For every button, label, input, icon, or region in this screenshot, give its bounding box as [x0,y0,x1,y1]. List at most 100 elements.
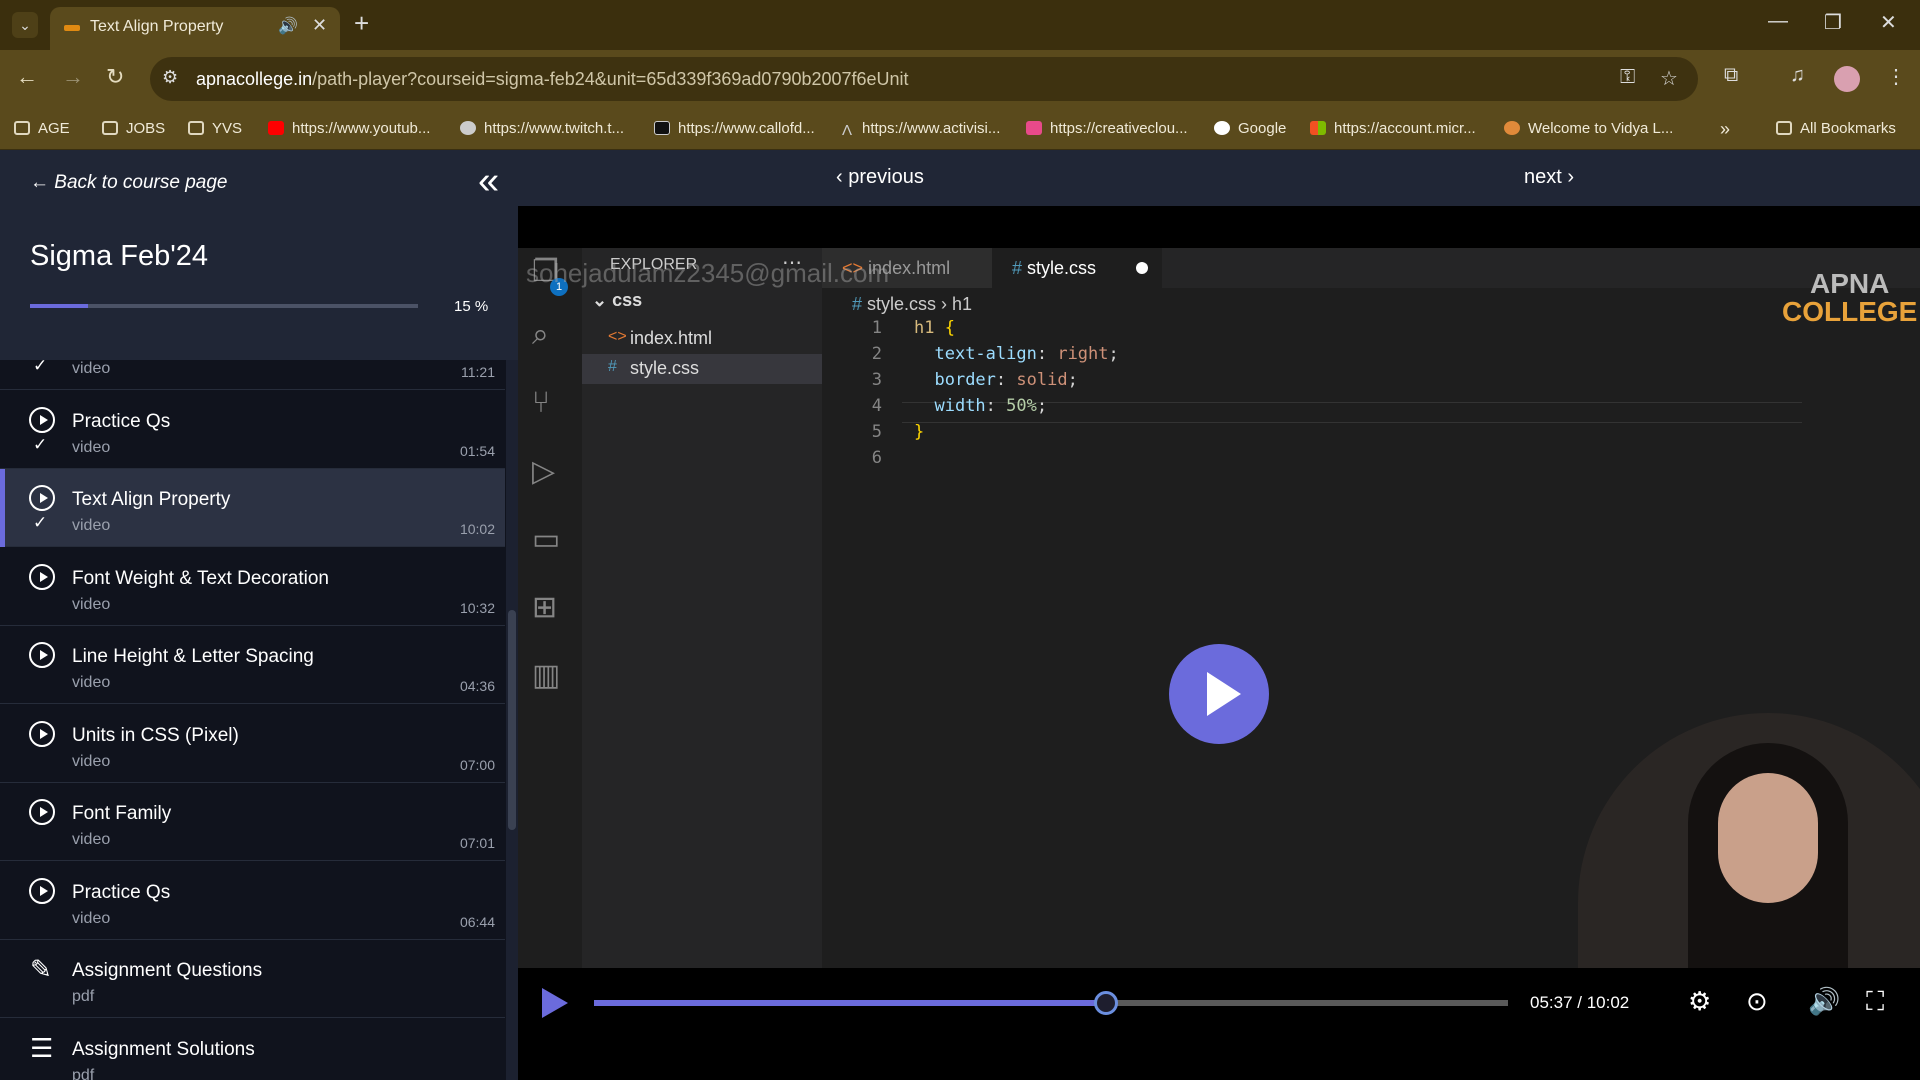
settings-gear-icon[interactable]: ⚙ [1688,986,1711,1017]
bookmark-item[interactable]: JOBS [102,108,165,150]
apna-college-logo: APNA COLLEGE [1782,268,1918,327]
code-line: text-align: right; [934,344,1119,364]
all-bookmarks-button[interactable]: All Bookmarks [1776,108,1896,150]
course-sidebar: ← Back to course page « Sigma Feb'24 15 … [0,150,518,1080]
play-circle-icon [29,799,55,825]
extensions-icon[interactable]: ⧉ [1724,64,1738,87]
next-button[interactable]: next › [1524,166,1574,189]
source-control-icon: ⑂ [532,386,550,419]
tab-audio-icon[interactable]: 🔊 [278,16,298,36]
completed-check-icon: ✓ [33,513,48,532]
forward-nav-icon[interactable]: → [62,64,84,90]
sidebar-header: ← Back to course page « Sigma Feb'24 15 … [0,150,518,360]
seek-bar-fill [594,1000,1106,1006]
folder-icon [102,121,118,135]
scrollbar-thumb[interactable] [508,610,516,830]
lesson-title: Text Align Property [72,489,231,510]
line-number: 2 [871,344,882,364]
checklist-icon: ☰ [30,1032,54,1063]
unsaved-dot-icon [1136,262,1148,274]
lesson-item[interactable]: Font Family video 07:01 [0,783,505,861]
bookmark-star-icon[interactable]: ☆ [1660,66,1678,91]
tab-close-icon[interactable]: ✕ [312,15,327,36]
bookmarks-bar: AGE JOBS YVS https://www.youtub... https… [0,108,1920,150]
bookmark-item[interactable]: https://www.youtub... [268,108,430,150]
sidebar-scrollbar[interactable] [506,360,518,1080]
course-progress-bar [30,304,418,308]
lesson-type: video [72,674,111,691]
fullscreen-icon[interactable]: ⛶ [1866,986,1884,1018]
lesson-duration: 07:01 [459,835,495,851]
lesson-type: pdf [72,988,95,1005]
profile-avatar[interactable] [1834,66,1860,92]
window-close-icon[interactable]: ✕ [1880,10,1897,35]
course-title: Sigma Feb'24 [30,240,209,272]
reload-icon[interactable]: ↻ [106,64,124,90]
code-line: h1 { [914,318,955,338]
bookmark-item[interactable]: https://creativeclou... [1026,108,1188,150]
video-frame[interactable]: ❐ 1 ⌕ ⑂ ▷ ▭ ⊞ ▥ EXPLORER ⋯ ⌄ css <> index… [518,248,1920,973]
play-circle-icon [29,642,55,668]
site-info-icon[interactable]: ⚙ [162,67,178,88]
editor-tabs: <> index.html # style.css [822,248,1920,288]
volume-icon[interactable]: 🔊 [1808,986,1840,1017]
media-control-icon[interactable]: ♫ [1790,64,1805,87]
bookmark-item[interactable]: https://www.callofd... [654,108,815,150]
bookmark-item[interactable]: https://account.micr... [1310,108,1476,150]
lesson-item[interactable]: Line Height & Letter Spacing video 04:36 [0,626,505,704]
lesson-title: Practice Qs [72,410,171,432]
restore-icon[interactable]: ❐ [1824,10,1842,35]
bookmark-item[interactable]: YVS [188,108,242,150]
back-nav-icon[interactable]: ← [16,64,38,90]
vscode-activity-bar: ❐ 1 ⌕ ⑂ ▷ ▭ ⊞ ▥ [518,248,582,968]
big-play-button[interactable] [1169,644,1269,744]
vidya-icon [1504,121,1520,135]
lesson-item[interactable]: ✓ video 11:21 [0,360,505,390]
browser-tab-active[interactable]: Text Align Property 🔊 ✕ [50,7,340,50]
google-icon [1214,121,1230,135]
password-key-icon[interactable]: ⚿ [1620,66,1635,89]
lesson-list: ✓ video 11:21 ✓ Practice Qs video 01:54 ✓ Text A… [0,360,505,1080]
lesson-duration: 10:02 [459,521,495,537]
more-bookmarks-icon[interactable]: » [1720,108,1730,150]
lesson-item[interactable]: Units in CSS (Pixel) video 07:00 [0,705,505,783]
autoplay-toggle-icon[interactable]: ⊙ [1746,986,1768,1017]
lesson-item[interactable]: ✓ Practice Qs video 01:54 [0,391,505,469]
menu-kebab-icon[interactable]: ⋮ [1886,64,1906,89]
bookmark-item[interactable]: https://www.twitch.t... [460,108,624,150]
play-circle-icon [29,485,55,511]
seek-knob[interactable] [1093,991,1118,1015]
activision-icon: Λ [842,122,853,139]
play-circle-icon [29,563,55,590]
browser-tab-bar: ⌄ Text Align Property 🔊 ✕ + — ❐ ✕ [0,0,1920,50]
lesson-item[interactable]: ✎ Assignment Questions pdf [0,940,505,1018]
url-text[interactable]: apnacollege.in/path-player?courseid=sigm… [196,69,909,90]
lesson-item[interactable]: ☰ Assignment Solutions pdf [0,1019,505,1080]
folder-icon [188,121,204,135]
lesson-item[interactable]: ✓ Text Align Property video 10:02 [0,469,505,547]
lesson-type: video [72,517,111,534]
bookmark-item[interactable]: Λhttps://www.activisi... [842,108,1000,150]
tab-search-dropdown-icon[interactable]: ⌄ [12,12,38,38]
tab-title: Text Align Property [90,18,224,35]
minimize-icon[interactable]: — [1768,10,1788,33]
new-tab-button[interactable]: + [354,10,369,36]
lesson-item[interactable]: Practice Qs video 06:44 [0,862,505,940]
search-icon: ⌕ [532,318,549,351]
time-display: 05:37 / 10:02 [1530,993,1630,1012]
editor-breadcrumb: # style.css › h1 [852,294,973,314]
omnibox[interactable]: ⚙ apnacollege.in/path-player?courseid=si… [150,57,1698,101]
bookmark-item[interactable]: Google [1214,108,1286,150]
previous-button[interactable]: ‹ previous [836,166,924,189]
lesson-item[interactable]: Font Weight & Text Decoration video 10:32 [0,548,505,626]
vscode-explorer: EXPLORER ⋯ ⌄ css <> index.html # style.css [582,248,822,968]
lesson-title: Assignment Questions [72,960,263,981]
line-number: 6 [871,448,882,468]
play-icon[interactable] [542,988,568,1018]
back-to-course-link[interactable]: ← Back to course page [30,172,228,194]
seek-bar[interactable] [594,1000,1508,1006]
collapse-sidebar-icon[interactable]: « [478,162,499,200]
bookmark-item[interactable]: AGE [14,108,70,150]
code-line: } [914,422,925,442]
bookmark-item[interactable]: Welcome to Vidya L... [1504,108,1673,150]
